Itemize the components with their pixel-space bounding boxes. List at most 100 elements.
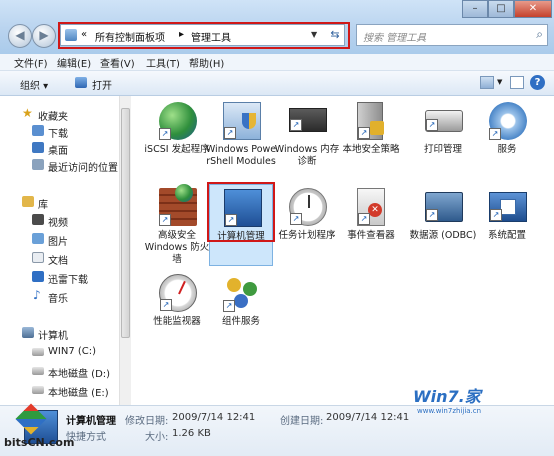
item-powershell-modules[interactable]: ↗ Windows PowerShell Modules xyxy=(205,98,277,180)
item-component-services[interactable]: ↗ 组件服务 xyxy=(205,270,277,352)
shortcut-arrow-icon: ↗ xyxy=(160,299,172,311)
menu-help[interactable]: 帮助(H) xyxy=(189,55,224,70)
nav-drive-e[interactable]: 本地磁盘 (E:) xyxy=(0,382,118,399)
nav-drive-d[interactable]: 本地磁盘 (D:) xyxy=(0,363,118,380)
firewall-icon: ↗ xyxy=(159,184,197,226)
nav-recent[interactable]: 最近访问的位置 xyxy=(0,157,118,174)
title-bar: – □ ✕ ◀ ▶ « 所有控制面板项 ▸ 管理工具 ▼ ⇆ 搜索 管理工具 ⌕ xyxy=(0,0,554,55)
shortcut-arrow-icon: ↗ xyxy=(490,209,502,221)
gears-icon: ↗ xyxy=(489,102,527,140)
item-odbc-data-source[interactable]: ↗ 数据源 (ODBC) xyxy=(407,184,479,266)
item-system-configuration[interactable]: ↗ 系统配置 xyxy=(471,184,543,266)
item-iscsi-initiator[interactable]: ↗ iSCSI 发起程序 xyxy=(141,98,213,180)
nav-label: 下载 xyxy=(48,129,68,140)
shortcut-arrow-icon: ↗ xyxy=(290,213,302,225)
details-created-value: 2009/7/14 12:41 xyxy=(326,412,410,423)
details-size-key: 大小: xyxy=(145,432,169,443)
search-placeholder: 搜索 管理工具 xyxy=(363,33,427,44)
file-list: ↗ iSCSI 发起程序 ↗ Windows PowerShell Module… xyxy=(131,96,554,405)
item-label: 组件服务 xyxy=(221,316,260,327)
memory-chip-icon: ↗ xyxy=(289,108,327,132)
shortcut-arrow-icon: ↗ xyxy=(159,128,171,140)
recent-places-icon xyxy=(32,159,44,170)
item-label: 本地安全策略 xyxy=(342,144,400,155)
item-performance-monitor[interactable]: ↗ 性能监视器 xyxy=(141,270,213,352)
libraries-icon xyxy=(22,196,34,207)
music-icon: ♪ xyxy=(33,288,41,302)
component-ball-icon xyxy=(234,294,248,308)
preview-pane-icon[interactable] xyxy=(510,76,524,89)
watermark-right-title: Win7.家 xyxy=(413,387,481,406)
menu-edit[interactable]: 编辑(E) xyxy=(57,55,91,70)
sidebar-scroll-thumb[interactable] xyxy=(121,108,130,338)
nav-label: 收藏夹 xyxy=(38,112,68,123)
details-size-value: 1.26 KB xyxy=(172,428,211,439)
menu-view[interactable]: 查看(V) xyxy=(100,55,135,70)
item-advanced-firewall[interactable]: ↗ 高级安全 Windows 防火墙 xyxy=(141,184,213,266)
shortcut-arrow-icon: ↗ xyxy=(426,119,438,131)
videos-icon xyxy=(32,214,44,225)
printer-icon: ↗ xyxy=(425,110,463,132)
item-services[interactable]: ↗ 服务 xyxy=(471,98,543,180)
pictures-icon xyxy=(32,233,44,244)
forward-button[interactable]: ▶ xyxy=(32,24,56,48)
sidebar-scrollbar[interactable] xyxy=(119,96,131,405)
menu-file[interactable]: 文件(F) xyxy=(14,55,48,70)
item-label: 高级安全 Windows 防火墙 xyxy=(144,230,210,265)
item-event-viewer[interactable]: ✕ ↗ 事件查看器 xyxy=(335,184,407,266)
search-box[interactable]: 搜索 管理工具 ⌕ xyxy=(356,24,548,46)
nav-documents[interactable]: 文档 xyxy=(0,250,118,267)
close-button[interactable]: ✕ xyxy=(514,0,552,18)
nav-drive-c[interactable]: WIN7 (C:) xyxy=(0,344,118,360)
nav-label: 图片 xyxy=(48,237,68,248)
globe-icon xyxy=(175,184,193,202)
error-icon: ✕ xyxy=(368,203,382,217)
item-label: 数据源 (ODBC) xyxy=(409,230,477,241)
address-highlight xyxy=(58,22,350,49)
item-label: 服务 xyxy=(497,144,517,155)
menu-tools[interactable]: 工具(T) xyxy=(146,55,180,70)
open-button[interactable]: 打开 xyxy=(92,77,112,92)
back-button[interactable]: ◀ xyxy=(8,24,32,48)
item-memory-diagnostic[interactable]: ↗ Windows 内存诊断 xyxy=(271,98,343,180)
view-options-icon[interactable] xyxy=(480,76,494,89)
shortcut-arrow-icon: ↗ xyxy=(223,300,235,312)
view-dropdown-icon[interactable]: ▼ xyxy=(497,78,502,86)
details-name: 计算机管理 xyxy=(66,416,116,427)
command-bar: 组织 ▾ 打开 ▼ ? xyxy=(0,71,554,96)
checklist-icon xyxy=(500,199,516,215)
item-local-security-policy[interactable]: ↗ 本地安全策略 xyxy=(335,98,407,180)
organize-button[interactable]: 组织 ▾ xyxy=(20,77,48,92)
item-task-scheduler[interactable]: ↗ 任务计划程序 xyxy=(271,184,343,266)
server-lock-icon: ↗ xyxy=(357,102,384,140)
nav-desktop[interactable]: 桌面 xyxy=(0,140,118,157)
maximize-button[interactable]: □ xyxy=(488,0,514,18)
nav-favorites[interactable]: ★ 收藏夹 xyxy=(0,106,118,123)
forward-arrow-icon: ▶ xyxy=(39,28,49,42)
details-modified-value: 2009/7/14 12:41 xyxy=(172,412,256,423)
help-icon[interactable]: ? xyxy=(530,75,545,90)
shortcut-arrow-icon: ↗ xyxy=(358,213,370,225)
documents-icon xyxy=(32,252,44,263)
minimize-button[interactable]: – xyxy=(462,0,488,18)
watermark-left: bitsCN.com xyxy=(4,436,75,449)
nav-downloads[interactable]: 下载 xyxy=(0,123,118,140)
search-icon[interactable]: ⌕ xyxy=(536,27,543,42)
nav-label: 本地磁盘 (D:) xyxy=(48,369,111,380)
watermark-right: Win7.家 www.win7zhijia.cn xyxy=(413,383,481,415)
item-label: 事件查看器 xyxy=(347,230,395,241)
item-label: 打印管理 xyxy=(423,144,462,155)
item-print-management[interactable]: ↗ 打印管理 xyxy=(407,98,479,180)
nav-pictures[interactable]: 图片 xyxy=(0,231,118,248)
shortcut-arrow-icon: ↗ xyxy=(489,128,501,140)
nav-computer[interactable]: 计算机 xyxy=(0,325,118,342)
shortcut-arrow-icon: ↗ xyxy=(290,119,302,131)
nav-label: 桌面 xyxy=(48,146,68,157)
nav-label: 文档 xyxy=(48,256,68,267)
nav-videos[interactable]: 视频 xyxy=(0,212,118,229)
nav-music[interactable]: ♪ 音乐 xyxy=(0,288,118,305)
nav-thunder-downloads[interactable]: 迅雷下载 xyxy=(0,269,118,286)
nav-libraries[interactable]: 库 xyxy=(0,194,118,211)
shield-icon xyxy=(242,113,256,129)
gauge-icon: ↗ xyxy=(159,274,197,312)
